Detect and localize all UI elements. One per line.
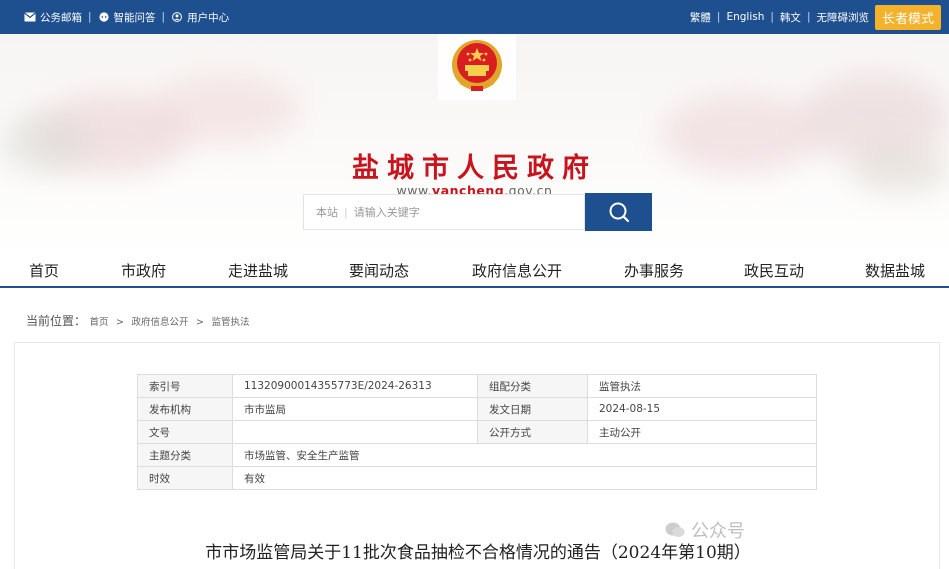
wechat-icon (665, 522, 685, 537)
table-row: 发布机构 市市监局 发文日期 2024-08-15 (137, 397, 817, 421)
nav-item-interaction[interactable]: 政民互动 (744, 260, 804, 281)
watermark-text: 公众号 (691, 521, 745, 542)
user-center-label: 用户中心 (187, 11, 230, 24)
mail-icon (24, 12, 36, 22)
traditional-chinese-link[interactable]: 繁體 (690, 10, 711, 25)
meta-value: 主动公开 (587, 420, 817, 444)
site-title: 盐城市人民政府 (352, 153, 597, 184)
divider: | (88, 11, 92, 23)
breadcrumb-separator: > (116, 317, 124, 328)
meta-value: 2024-08-15 (587, 397, 817, 421)
search-placeholder: 请输入关键字 (353, 206, 420, 219)
table-row: 文号 公开方式 主动公开 (137, 420, 817, 444)
meta-key: 索引号 (137, 374, 233, 398)
user-icon (172, 12, 183, 22)
document-title: 市市场监管局关于11批次食品抽检不合格情况的通告（2024年第10期） (205, 543, 751, 563)
accessible-browse-link[interactable]: 无障碍浏览 (816, 10, 869, 25)
meta-key: 发文日期 (477, 397, 588, 421)
meta-value (232, 420, 478, 444)
article-panel: 索引号 11320900014355773E/2024-26313 组配分类 监… (14, 342, 940, 569)
meta-value: 监管执法 (587, 374, 817, 398)
search-input[interactable]: 本站 | 请输入关键字 (303, 194, 585, 230)
divider: | (161, 11, 166, 23)
korean-link[interactable]: 韩文 (780, 10, 801, 25)
top-bar-left: 公务邮箱 | 智能问答 | 用户中心 (24, 0, 229, 34)
elder-mode-button[interactable]: 长者模式 (874, 4, 941, 30)
nav-item-home[interactable]: 首页 (29, 260, 59, 281)
table-row: 时效 有效 (137, 466, 817, 490)
nav-item-city-government[interactable]: 市政府 (121, 260, 166, 281)
wechat-watermark: 公众号 (665, 517, 745, 543)
mail-label: 公务邮箱 (40, 11, 82, 24)
nav-item-services[interactable]: 办事服务 (624, 260, 684, 281)
meta-value: 市场监管、安全生产监管 (232, 443, 817, 467)
divider: | (770, 11, 774, 23)
english-link[interactable]: English (726, 11, 764, 23)
top-bar-right: 繁體 | English | 韩文 | 无障碍浏览 长者模式 (690, 0, 941, 34)
meta-key: 组配分类 (477, 374, 588, 398)
search-icon (609, 202, 629, 223)
meta-value: 有效 (232, 466, 817, 490)
user-center-link[interactable]: 用户中心 (171, 10, 229, 25)
divider: | (716, 11, 721, 23)
mail-link[interactable]: 公务邮箱 (24, 10, 82, 25)
breadcrumb: 当前位置： 首页 > 政府信息公开 > 监管执法 (26, 312, 250, 329)
search-divider: | (344, 205, 348, 219)
table-row: 索引号 11320900014355773E/2024-26313 组配分类 监… (137, 374, 817, 398)
nav-item-data-yancheng[interactable]: 数据盐城 (865, 260, 925, 281)
breadcrumb-label: 当前位置： (26, 314, 87, 328)
national-emblem (438, 34, 516, 100)
blossom-decoration (150, 74, 300, 144)
meta-key: 时效 (137, 466, 233, 490)
breadcrumb-item[interactable]: 首页 (90, 317, 109, 328)
breadcrumb-item[interactable]: 监管执法 (211, 317, 249, 328)
meta-key: 文号 (137, 420, 233, 444)
nav-item-gov-info-disclosure[interactable]: 政府信息公开 (472, 260, 562, 281)
breadcrumb-separator: > (196, 317, 204, 328)
meta-key: 主题分类 (137, 443, 233, 467)
document-meta-table: 索引号 11320900014355773E/2024-26313 组配分类 监… (137, 374, 817, 490)
search-button[interactable] (585, 193, 652, 231)
meta-key: 发布机构 (137, 397, 233, 421)
meta-value: 市市监局 (232, 397, 478, 421)
divider: | (806, 11, 811, 23)
table-row: 主题分类 市场监管、安全生产监管 (137, 443, 817, 467)
breadcrumb-item[interactable]: 政府信息公开 (132, 317, 189, 328)
qa-label: 智能问答 (113, 11, 156, 24)
qa-link[interactable]: 智能问答 (98, 10, 156, 25)
search-scope[interactable]: 本站 (316, 204, 338, 220)
top-bar: 公务邮箱 | 智能问答 | 用户中心 繁體 | English | 韩文 | 无… (0, 0, 949, 34)
main-nav: 首页 市政府 走进盐城 要闻动态 政府信息公开 办事服务 政民互动 数据盐城 (0, 254, 949, 288)
emblem-icon (438, 34, 516, 100)
robot-icon (98, 12, 109, 22)
meta-value: 11320900014355773E/2024-26313 (232, 374, 478, 398)
nav-item-news[interactable]: 要闻动态 (349, 260, 409, 281)
meta-key: 公开方式 (477, 420, 588, 444)
nav-item-about-yancheng[interactable]: 走进盐城 (228, 260, 288, 281)
